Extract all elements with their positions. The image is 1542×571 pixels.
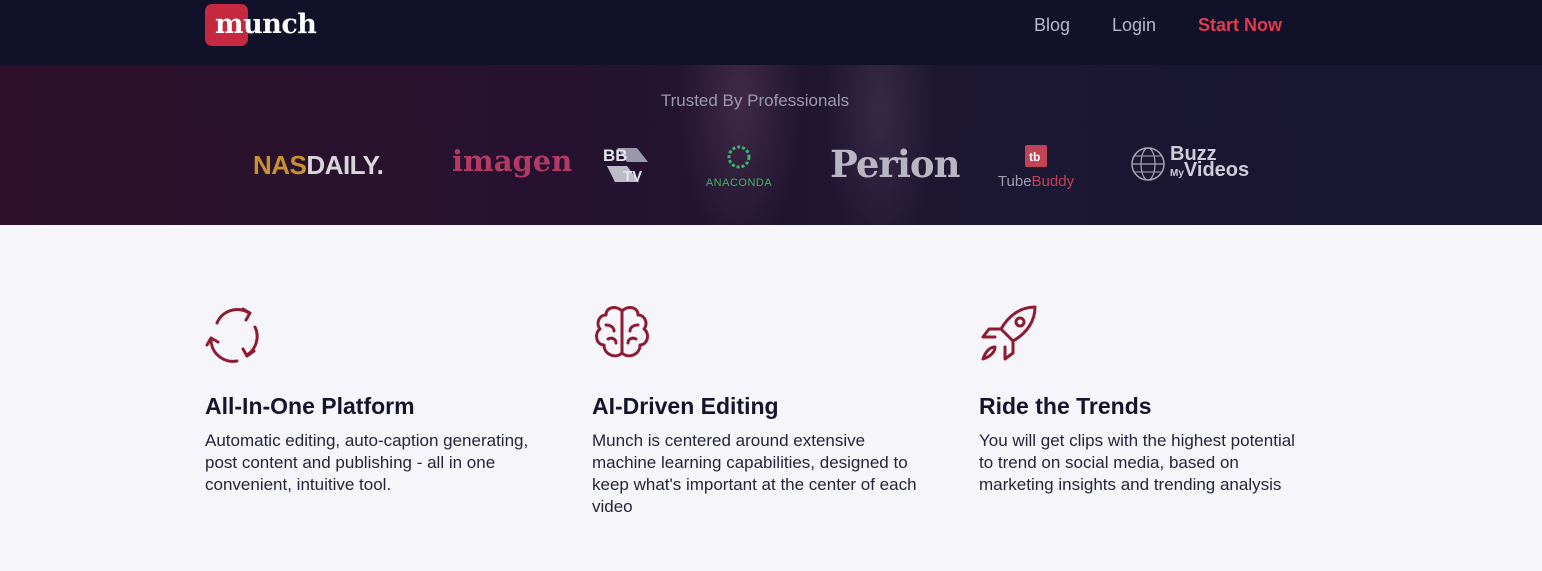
feature-all-in-one: All-In-One Platform Automatic editing, a… [205, 303, 545, 496]
nasdaily-logo: NASDAILY. [253, 150, 384, 181]
logo-text: munch [215, 9, 317, 40]
bbtv-logo-text-b: TV [623, 168, 642, 184]
nav-blog-link[interactable]: Blog [1034, 14, 1070, 36]
refresh-cycle-icon [205, 307, 259, 363]
buzzmyvideos-logo: Buzz MyVideos [1130, 144, 1250, 182]
nasdaily-logo-part-a: NAS [253, 150, 307, 180]
rocket-icon [981, 305, 1037, 361]
feature-title: AI-Driven Editing [592, 393, 779, 419]
feature-title: Ride the Trends [979, 393, 1152, 419]
bbtv-logo: BB TV [601, 144, 649, 189]
feature-description: Automatic editing, auto-caption generati… [205, 431, 529, 494]
feature-ride-trends: Ride the Trends You will get clips with … [979, 303, 1319, 496]
trusted-heading: Trusted By Professionals [660, 91, 850, 110]
start-now-button[interactable]: Start Now [1198, 14, 1282, 36]
brain-icon [595, 306, 649, 358]
tubebuddy-text-b: Buddy [1031, 173, 1075, 190]
hero-section: munch Blog Login Start Now Trusted By Pr… [0, 0, 1542, 225]
anaconda-ring-icon [727, 145, 751, 169]
feature-description: Munch is centered around extensive machi… [592, 431, 917, 516]
my-text: My [1170, 168, 1184, 179]
perion-logo: Perion [830, 142, 960, 186]
top-navbar: munch Blog Login Start Now [0, 0, 1542, 65]
nasdaily-logo-part-b: DAILY. [306, 150, 384, 180]
nav-login-link[interactable]: Login [1112, 14, 1156, 36]
tubebuddy-icon-text: tb [1029, 150, 1040, 164]
munch-logo[interactable]: munch [205, 4, 317, 46]
globe-icon [1131, 147, 1165, 181]
tubebuddy-badge-icon: tb [1025, 145, 1047, 167]
bbtv-logo-text-a: BB [603, 146, 628, 165]
anaconda-logo-text: ANACONDA [705, 177, 773, 189]
feature-ai-editing: AI-Driven Editing Munch is centered arou… [592, 303, 932, 518]
anaconda-logo: ANACONDA [700, 144, 778, 189]
imagen-logo: imagen [452, 144, 573, 178]
feature-description: You will get clips with the highest pote… [979, 431, 1295, 494]
videos-text: Videos [1183, 159, 1250, 181]
feature-title: All-In-One Platform [205, 393, 415, 419]
tubebuddy-logo: tb TubeBuddy [993, 145, 1079, 190]
tubebuddy-text-a: Tube [997, 173, 1032, 190]
